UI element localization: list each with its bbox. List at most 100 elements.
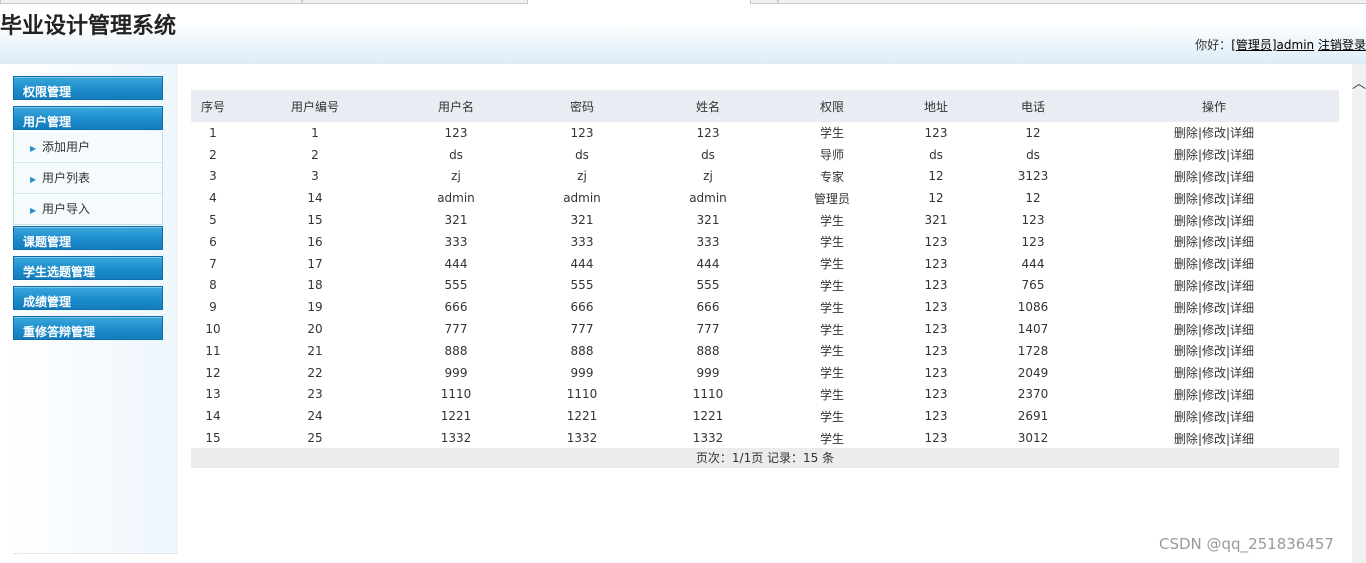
edit-link[interactable]: 修改 — [1202, 344, 1226, 358]
table-cell: 333 — [444, 234, 468, 249]
table-row: 12 22 999 999 999 学生 123 2049 删除|修改|详细 — [191, 362, 1339, 384]
table-cell: 1110 — [440, 387, 472, 402]
detail-link[interactable]: 详细 — [1230, 432, 1254, 446]
edit-link[interactable]: 修改 — [1202, 388, 1226, 402]
menu-student-topic-selection[interactable]: 学生选题管理 — [13, 256, 163, 280]
edit-link[interactable]: 修改 — [1202, 214, 1226, 228]
browser-tab[interactable] — [0, 0, 302, 4]
detail-link[interactable]: 详细 — [1230, 366, 1254, 380]
table-cell: 17 — [307, 256, 323, 271]
delete-link[interactable]: 删除 — [1174, 323, 1198, 337]
edit-link[interactable]: 修改 — [1202, 279, 1226, 293]
table-row: 2 2 ds ds ds 导师 ds ds 删除|修改|详细 — [191, 144, 1339, 166]
table-cell: 6 — [209, 234, 217, 249]
detail-link[interactable]: 详细 — [1230, 388, 1254, 402]
row-actions: 删除|修改|详细 — [1089, 231, 1339, 253]
edit-link[interactable]: 修改 — [1202, 410, 1226, 424]
delete-link[interactable]: 删除 — [1174, 366, 1198, 380]
detail-link[interactable]: 详细 — [1230, 214, 1254, 228]
table-cell: 1332 — [566, 431, 598, 446]
current-user-link[interactable]: [管理员]admin — [1231, 38, 1314, 52]
table-cell: 123 — [924, 234, 948, 249]
detail-link[interactable]: 详细 — [1230, 257, 1254, 271]
table-cell: 19 — [307, 300, 323, 315]
table-cell: 123 — [570, 125, 594, 140]
table-row: 5 15 321 321 321 学生 321 123 删除|修改|详细 — [191, 209, 1339, 231]
detail-link[interactable]: 详细 — [1230, 170, 1254, 184]
table-cell: 12 — [205, 365, 221, 380]
app-title: 毕业设计管理系统 — [0, 14, 177, 39]
detail-link[interactable]: 详细 — [1230, 235, 1254, 249]
table-header-row: 序号 用户编号 用户名 密码 姓名 权限 地址 电话 操作 — [191, 90, 1339, 122]
edit-link[interactable]: 修改 — [1202, 235, 1226, 249]
detail-link[interactable]: 详细 — [1230, 126, 1254, 140]
delete-link[interactable]: 删除 — [1174, 192, 1198, 206]
delete-link[interactable]: 删除 — [1174, 410, 1198, 424]
table-cell: 123 — [924, 300, 948, 315]
table-cell: 1221 — [440, 409, 472, 424]
edit-link[interactable]: 修改 — [1202, 432, 1226, 446]
delete-link[interactable]: 删除 — [1174, 148, 1198, 162]
detail-link[interactable]: 详细 — [1230, 410, 1254, 424]
row-actions: 删除|修改|详细 — [1089, 209, 1339, 231]
detail-link[interactable]: 详细 — [1230, 192, 1254, 206]
detail-link[interactable]: 详细 — [1230, 279, 1254, 293]
delete-link[interactable]: 删除 — [1174, 170, 1198, 184]
edit-link[interactable]: 修改 — [1202, 148, 1226, 162]
table-body: 1 1 123 123 123 学生 123 12 删除|修改|详细 2 2 ds ds ds 导师 ds ds… — [191, 122, 1339, 449]
table-cell: 555 — [444, 278, 468, 293]
column-header: 姓名 — [647, 90, 769, 122]
browser-tab[interactable] — [778, 0, 1366, 4]
delete-link[interactable]: 删除 — [1174, 257, 1198, 271]
table-cell: 7 — [209, 256, 217, 271]
delete-link[interactable]: 删除 — [1174, 344, 1198, 358]
table-cell: 14 — [307, 191, 323, 206]
edit-link[interactable]: 修改 — [1202, 366, 1226, 380]
submenu-item-user-import[interactable]: ▶ 用户导入 — [14, 194, 162, 224]
table-cell: 22 — [307, 365, 323, 380]
table-cell: 333 — [570, 234, 594, 249]
detail-link[interactable]: 详细 — [1230, 301, 1254, 315]
row-actions: 删除|修改|详细 — [1089, 187, 1339, 209]
edit-link[interactable]: 修改 — [1202, 301, 1226, 315]
menu-topic-management[interactable]: 课题管理 — [13, 226, 163, 250]
table-cell: zj — [451, 169, 461, 184]
table-cell: 321 — [696, 213, 720, 228]
menu-resit-defense-management[interactable]: 重修答辩管理 — [13, 316, 163, 340]
menu-permission-management[interactable]: 权限管理 — [13, 76, 163, 100]
edit-link[interactable]: 修改 — [1202, 192, 1226, 206]
delete-link[interactable]: 删除 — [1174, 235, 1198, 249]
detail-link[interactable]: 详细 — [1230, 323, 1254, 337]
detail-link[interactable]: 详细 — [1230, 344, 1254, 358]
submenu-item-label: 用户列表 — [42, 171, 91, 185]
caret-right-icon: ▶ — [30, 175, 37, 184]
delete-link[interactable]: 删除 — [1174, 388, 1198, 402]
delete-link[interactable]: 删除 — [1174, 214, 1198, 228]
submenu-item-add-user[interactable]: ▶ 添加用户 — [14, 132, 162, 163]
delete-link[interactable]: 删除 — [1174, 126, 1198, 140]
table-cell: 123 — [924, 431, 948, 446]
logout-link[interactable]: 注销登录 — [1318, 38, 1366, 52]
edit-link[interactable]: 修改 — [1202, 257, 1226, 271]
delete-link[interactable]: 删除 — [1174, 301, 1198, 315]
table-cell: ds — [929, 147, 943, 162]
table-cell: 666 — [444, 300, 468, 315]
vertical-scrollbar[interactable] — [1352, 64, 1366, 563]
table-cell: 12 — [1025, 125, 1041, 140]
detail-link[interactable]: 详细 — [1230, 148, 1254, 162]
delete-link[interactable]: 删除 — [1174, 279, 1198, 293]
chevron-up-icon[interactable]: ︿ — [1352, 76, 1366, 92]
edit-link[interactable]: 修改 — [1202, 170, 1226, 184]
submenu-item-user-list[interactable]: ▶ 用户列表 — [14, 163, 162, 194]
table-cell: 123 — [924, 343, 948, 358]
row-actions: 删除|修改|详细 — [1089, 384, 1339, 406]
table-cell: 导师 — [819, 148, 844, 163]
menu-user-management[interactable]: 用户管理 — [13, 106, 163, 130]
delete-link[interactable]: 删除 — [1174, 432, 1198, 446]
table-row: 15 25 1332 1332 1332 学生 123 3012 删除|修改|详细 — [191, 427, 1339, 449]
browser-tab[interactable] — [750, 0, 778, 4]
menu-grade-management[interactable]: 成绩管理 — [13, 286, 163, 310]
edit-link[interactable]: 修改 — [1202, 126, 1226, 140]
browser-tab[interactable] — [302, 0, 528, 4]
edit-link[interactable]: 修改 — [1202, 323, 1226, 337]
